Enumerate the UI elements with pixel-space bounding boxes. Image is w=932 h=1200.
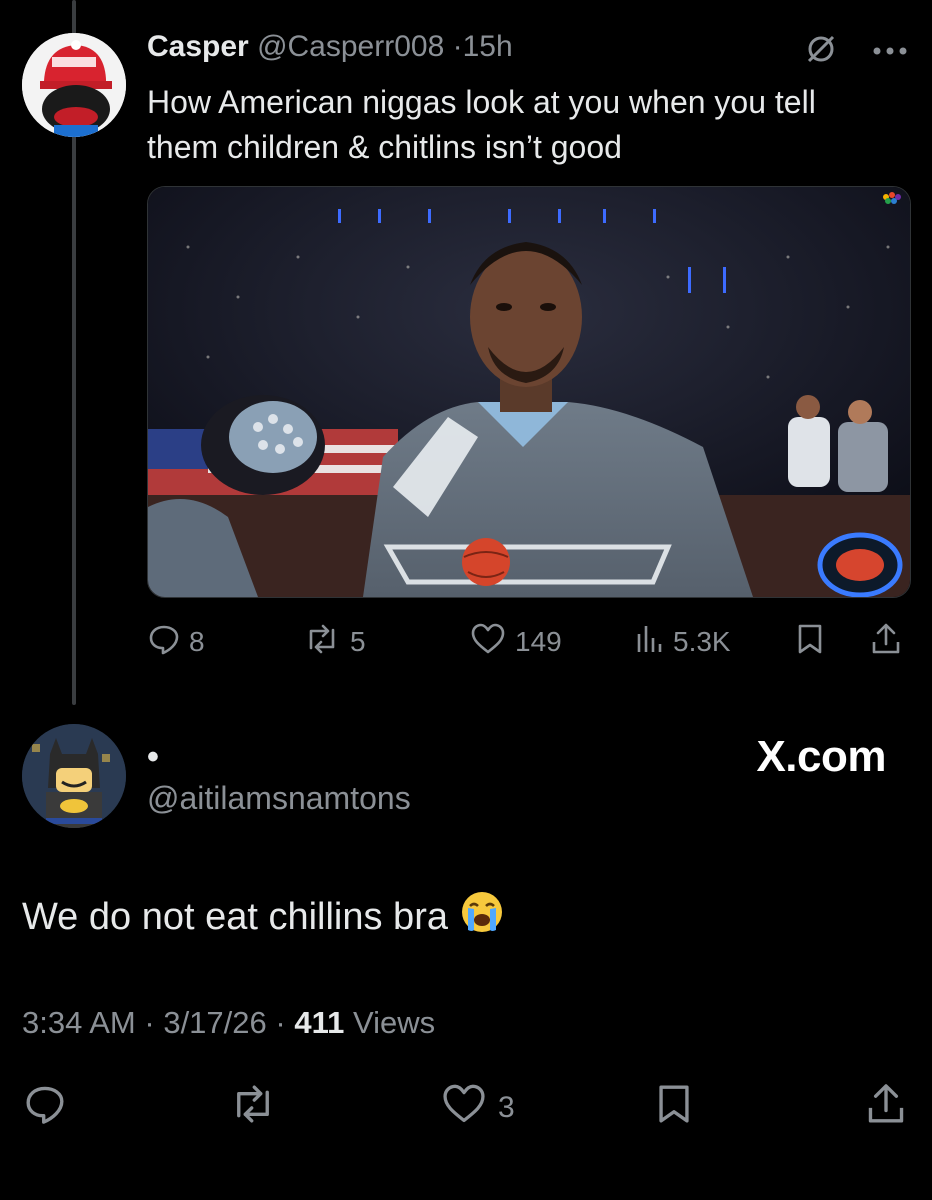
share-icon [864, 1082, 908, 1134]
reply-share-button[interactable] [864, 1082, 908, 1134]
x-watermark: X.com [756, 732, 886, 781]
bookmark-icon [795, 622, 825, 663]
bookmark-button[interactable] [795, 620, 825, 664]
reply-text-row: We do not eat chillins bra [22, 890, 504, 944]
repost-icon [227, 1082, 279, 1134]
tweet-top-actions [804, 32, 908, 71]
reply-icon [22, 1082, 68, 1134]
reply-author-handle[interactable]: @aitilamsnamtons [147, 780, 411, 817]
muted-icon[interactable] [804, 32, 838, 71]
reply-count: 8 [189, 626, 205, 657]
reply-icon [147, 622, 181, 663]
reply-date[interactable]: 3/17/26 [163, 1005, 266, 1040]
author-handle[interactable]: @Casperr008 [257, 30, 444, 63]
like-count: 149 [515, 626, 562, 657]
reply-author-avatar[interactable] [22, 724, 126, 828]
repost-button[interactable]: 5 [302, 620, 366, 664]
heart-icon [440, 1082, 488, 1134]
crying-emoji [460, 890, 504, 944]
meta-separator: · [144, 1005, 155, 1040]
reply-reply-button[interactable] [22, 1082, 68, 1134]
reply-button[interactable]: 8 [147, 620, 205, 664]
reply-bookmark-button[interactable] [654, 1082, 694, 1134]
reply-views-label: Views [352, 1005, 436, 1040]
reply-meta: 3:34 AM · 3/17/26 · 411 Views [22, 1005, 435, 1041]
more-icon[interactable] [872, 43, 908, 61]
views-count: 5.3K [673, 626, 731, 657]
header-separator: · [452, 30, 463, 63]
author-name[interactable]: Casper [147, 30, 249, 63]
reply-views-count[interactable]: 411 [294, 1005, 344, 1040]
share-button[interactable] [869, 620, 903, 664]
like-button[interactable]: 149 [469, 620, 562, 664]
reply-action-bar: 3 [22, 1082, 912, 1134]
tweet-action-bar: 8 5 149 5.3K [147, 620, 909, 664]
bookmark-icon [654, 1082, 694, 1134]
reply-text: We do not eat chillins bra [22, 895, 448, 938]
views-button[interactable]: 5.3K [635, 620, 731, 664]
tweet-text: How American niggas look at you when you… [147, 84, 816, 165]
share-icon [869, 622, 903, 663]
author-avatar[interactable] [22, 33, 126, 137]
reply-time[interactable]: 3:34 AM [22, 1005, 136, 1040]
tweet-media[interactable] [147, 186, 911, 598]
repost-icon [302, 622, 342, 663]
reply-repost-button[interactable] [227, 1082, 279, 1134]
heart-icon [469, 622, 507, 663]
time-ago[interactable]: 15h [463, 30, 513, 63]
meta-separator: · [275, 1005, 286, 1040]
tweet-header: Casper @Casperr008 ·15h [147, 30, 513, 64]
views-icon [635, 622, 665, 663]
reply-like-count: 3 [498, 1091, 515, 1124]
repost-count: 5 [350, 626, 366, 657]
reply-like-button[interactable]: 3 [440, 1082, 515, 1134]
reply-author-name[interactable]: • [147, 738, 159, 777]
